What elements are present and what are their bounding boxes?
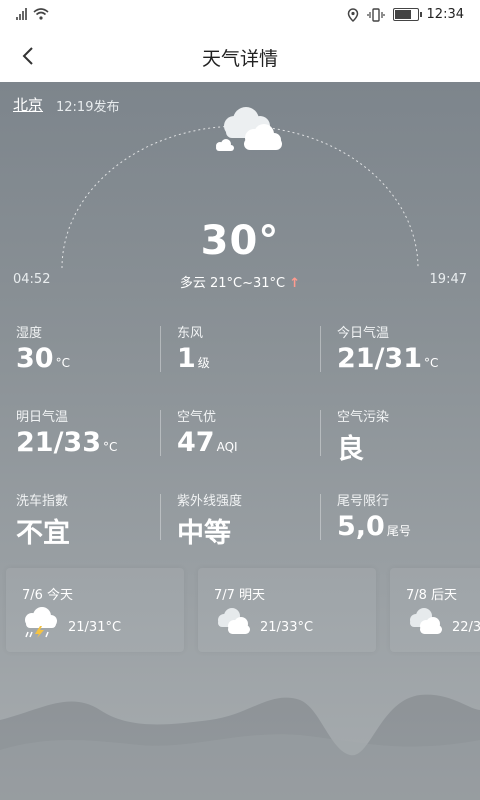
battery-icon <box>392 8 422 21</box>
detail-uv: 紫外线强度 中等 <box>177 490 327 560</box>
detail-value: 47 <box>177 427 215 458</box>
detail-value: 5,0 <box>337 511 385 542</box>
detail-air-quality: 空气优 47 AQI <box>177 406 327 476</box>
mountain-background <box>0 694 480 800</box>
cloudy-icon <box>216 107 282 151</box>
detail-wind: 东风 1级 <box>177 322 327 392</box>
detail-label: 空气优 <box>177 410 217 425</box>
detail-value: 不宜 <box>16 518 70 549</box>
current-temperature: 30° <box>200 218 280 264</box>
detail-pollution: 空气污染 良 <box>337 406 480 476</box>
app-bar: 天气详情 <box>0 32 480 82</box>
detail-label: 今日气温 <box>337 326 390 341</box>
detail-value: 30 <box>16 343 54 374</box>
divider <box>320 326 321 372</box>
status-bar: 12:34 <box>0 0 480 32</box>
detail-label: 明日气温 <box>16 410 69 425</box>
forecast-card-day-after[interactable]: 7/8 后天 22/3 <box>390 568 480 652</box>
divider <box>320 410 321 456</box>
forecast-day: 7/7 明天 <box>214 588 266 603</box>
weather-description: 多云 21°C~31°C ↑ <box>0 272 480 291</box>
detail-tomorrow-temp: 明日气温 21/33 °C <box>16 406 166 476</box>
arrow-up-icon: ↑ <box>289 276 301 291</box>
status-right: 12:34 <box>347 7 464 22</box>
detail-car-wash: 洗车指數 不宜 <box>16 490 166 560</box>
forecast-day: 7/8 后天 <box>406 588 458 603</box>
forecast-temp: 21/33°C <box>260 620 314 635</box>
detail-label: 紫外线强度 <box>177 494 243 509</box>
detail-label: 空气污染 <box>337 410 390 425</box>
wifi-icon <box>33 8 49 20</box>
status-left <box>16 8 49 20</box>
weather-panel: 北京 12:19发布 30° 04:52 19:47 多云 21°C~31°C … <box>0 82 480 800</box>
temperature-range: 21°C~31°C <box>209 276 286 291</box>
thunderstorm-cloud-icon <box>25 607 57 638</box>
signal-icon <box>16 8 27 20</box>
forecast-temp: 21/31°C <box>68 620 122 635</box>
detail-label: 湿度 <box>16 326 43 341</box>
vibrate-icon <box>366 7 385 22</box>
divider <box>320 494 321 540</box>
cloudy-icon <box>218 608 250 634</box>
detail-label: 洗车指數 <box>16 494 69 509</box>
detail-today-temp: 今日气温 21/31 °C <box>337 322 480 392</box>
status-time: 12:34 <box>426 7 464 22</box>
forecast-card-today[interactable]: 7/6 今天 21/31°C <box>6 568 184 652</box>
detail-value: 1 <box>177 343 196 374</box>
detail-value: 良 <box>337 434 364 465</box>
page-title: 天气详情 <box>201 48 278 70</box>
detail-unit: 级 <box>197 356 210 370</box>
detail-unit: AQI <box>216 440 238 454</box>
detail-unit: 尾号 <box>386 524 411 538</box>
detail-label: 东风 <box>177 326 204 341</box>
detail-unit: °C <box>55 356 70 370</box>
divider <box>160 410 161 456</box>
condition-text: 多云 <box>179 276 206 291</box>
detail-unit: °C <box>424 356 439 370</box>
detail-value: 中等 <box>177 518 231 549</box>
forecast-card-tomorrow[interactable]: 7/7 明天 21/33°C <box>198 568 376 652</box>
forecast-day: 7/6 今天 <box>22 588 74 603</box>
detail-label: 尾号限行 <box>337 494 390 509</box>
detail-value: 21/33 <box>16 427 102 458</box>
divider <box>160 494 161 540</box>
city-link[interactable]: 北京 <box>13 94 43 115</box>
location-icon <box>347 7 358 22</box>
forecast-temp: 22/3 <box>452 620 480 635</box>
divider <box>160 326 161 372</box>
publish-time: 12:19发布 <box>56 100 120 115</box>
detail-value: 21/31 <box>337 343 423 374</box>
detail-unit: °C <box>103 440 118 454</box>
detail-plate-restriction: 尾号限行 5,0 尾号 <box>337 490 480 560</box>
cloudy-icon <box>410 608 442 634</box>
detail-humidity: 湿度 30 °C <box>16 322 166 392</box>
